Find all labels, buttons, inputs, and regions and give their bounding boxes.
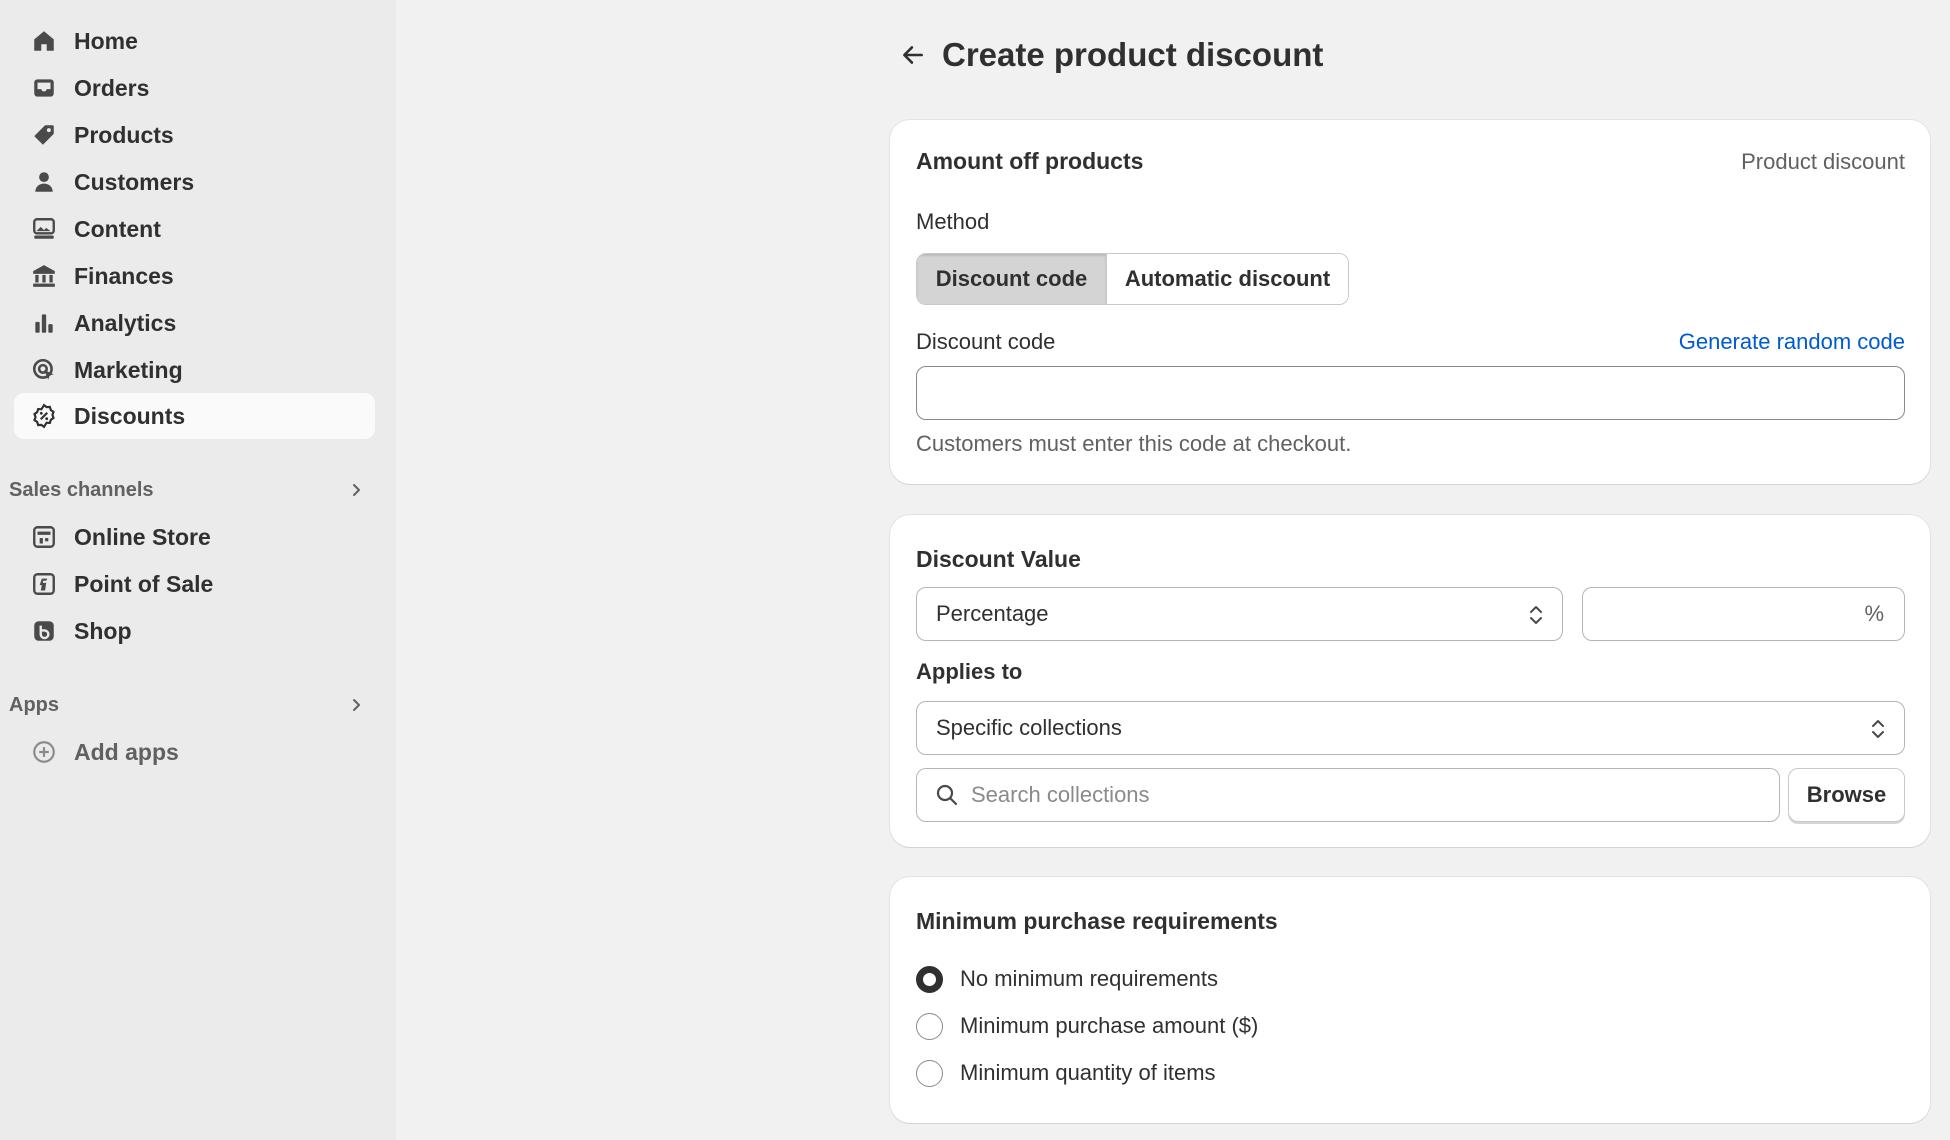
sales-channels-header[interactable]: Sales channels <box>9 475 369 505</box>
bank-icon <box>30 262 58 290</box>
amount-off-products-card: Amount off products Product discount Met… <box>890 120 1930 484</box>
method-label: Method <box>916 209 990 234</box>
bar-chart-icon <box>30 309 58 337</box>
radio-label: Minimum purchase amount ($) <box>960 1013 1259 1038</box>
shop-icon <box>30 617 58 645</box>
radio-button[interactable] <box>916 1059 943 1087</box>
discount-code-label: Discount code <box>916 329 1056 354</box>
arrow-left-icon <box>903 46 923 64</box>
plus-circle-icon <box>30 738 58 766</box>
page-title: Create product discount <box>942 36 1324 73</box>
sidebar-item-add-apps[interactable]: Add apps <box>14 729 375 775</box>
minimum-purchase-card: Minimum purchase requirements No minimum… <box>890 877 1930 1123</box>
value-type-selected: Percentage <box>936 601 1049 626</box>
sidebar-item-shop[interactable]: Shop <box>14 608 375 654</box>
discount-type-label: Product discount <box>1741 149 1905 174</box>
radio-label: Minimum quantity of items <box>960 1060 1216 1085</box>
radio-button-checked[interactable] <box>916 965 943 993</box>
section-title: Sales channels <box>9 478 154 501</box>
radio-minimum-quantity[interactable]: Minimum quantity of items <box>916 1058 1216 1088</box>
radio-button[interactable] <box>916 1012 943 1040</box>
sidebar-item-label: Customers <box>74 168 195 195</box>
sidebar-item-label: Orders <box>74 74 150 101</box>
percent-suffix: % <box>1864 601 1884 626</box>
sidebar-item-label: Finances <box>74 262 174 289</box>
sidebar-item-label: Marketing <box>74 356 183 383</box>
sidebar-item-point-of-sale[interactable]: Point of Sale <box>14 561 375 607</box>
sidebar: Home Orders Products Customers Content F… <box>0 0 396 1140</box>
select-arrows-icon <box>1530 606 1542 624</box>
image-icon <box>30 215 58 243</box>
radio-label: No minimum requirements <box>960 966 1218 991</box>
applies-to-label: Applies to <box>916 659 1023 684</box>
discount-code-help-text: Customers must enter this code at checko… <box>916 431 1352 456</box>
sidebar-item-label: Shop <box>74 617 132 644</box>
sidebar-item-home[interactable]: Home <box>14 18 375 64</box>
applies-to-selected: Specific collections <box>936 715 1122 740</box>
sidebar-item-content[interactable]: Content <box>14 206 375 252</box>
applies-to-select[interactable]: Specific collections <box>916 701 1905 755</box>
sidebar-item-label: Add apps <box>74 738 179 765</box>
sidebar-item-label: Discounts <box>74 402 186 429</box>
sidebar-item-marketing[interactable]: Marketing <box>14 347 375 393</box>
radio-minimum-amount[interactable]: Minimum purchase amount ($) <box>916 1011 1258 1041</box>
browse-button[interactable]: Browse <box>1788 768 1905 822</box>
person-icon <box>30 168 58 196</box>
chevron-right-icon <box>353 699 360 711</box>
generate-random-code-link[interactable]: Generate random code <box>1679 329 1905 355</box>
search-placeholder: Search collections <box>971 782 1150 807</box>
sidebar-item-label: Content <box>74 215 161 242</box>
radio-no-minimum[interactable]: No minimum requirements <box>916 964 1218 994</box>
target-icon <box>30 356 58 384</box>
sidebar-item-label: Online Store <box>74 523 211 550</box>
sidebar-item-discounts[interactable]: Discounts <box>14 393 375 439</box>
sidebar-item-label: Home <box>74 27 138 54</box>
sidebar-item-online-store[interactable]: Online Store <box>14 514 375 560</box>
method-segmented-control: Discount code Automatic discount <box>916 253 1349 305</box>
discount-value-input[interactable]: % <box>1582 587 1905 641</box>
sidebar-item-label: Products <box>74 121 174 148</box>
sidebar-item-label: Analytics <box>74 309 177 336</box>
inbox-icon <box>30 74 58 102</box>
select-arrows-icon <box>1872 720 1884 738</box>
sidebar-item-analytics[interactable]: Analytics <box>14 300 375 346</box>
discount-value-card: Discount Value Percentage % Applies to S… <box>890 515 1930 847</box>
discount-icon <box>30 402 58 430</box>
card-title: Amount off products <box>916 148 1144 174</box>
page-header: Create product discount <box>898 34 1323 76</box>
value-type-select[interactable]: Percentage <box>916 587 1563 641</box>
sidebar-item-products[interactable]: Products <box>14 112 375 158</box>
sidebar-item-customers[interactable]: Customers <box>14 159 375 205</box>
card-title: Minimum purchase requirements <box>916 908 1278 934</box>
sidebar-item-label: Point of Sale <box>74 570 214 597</box>
automatic-discount-option[interactable]: Automatic discount <box>1107 254 1348 304</box>
card-title: Discount Value <box>916 546 1081 572</box>
section-title: Apps <box>9 693 59 716</box>
chevron-right-icon <box>353 484 360 496</box>
back-button[interactable] <box>898 40 928 70</box>
search-collections-input[interactable]: Search collections <box>916 768 1780 822</box>
store-icon <box>30 523 58 551</box>
discount-code-option[interactable]: Discount code <box>917 254 1107 304</box>
search-icon <box>936 784 958 806</box>
sidebar-item-orders[interactable]: Orders <box>14 65 375 111</box>
pos-icon <box>30 570 58 598</box>
discount-code-input[interactable] <box>916 366 1905 420</box>
sidebar-item-finances[interactable]: Finances <box>14 253 375 299</box>
apps-header[interactable]: Apps <box>9 690 369 720</box>
home-icon <box>30 27 58 55</box>
tag-icon <box>30 121 58 149</box>
